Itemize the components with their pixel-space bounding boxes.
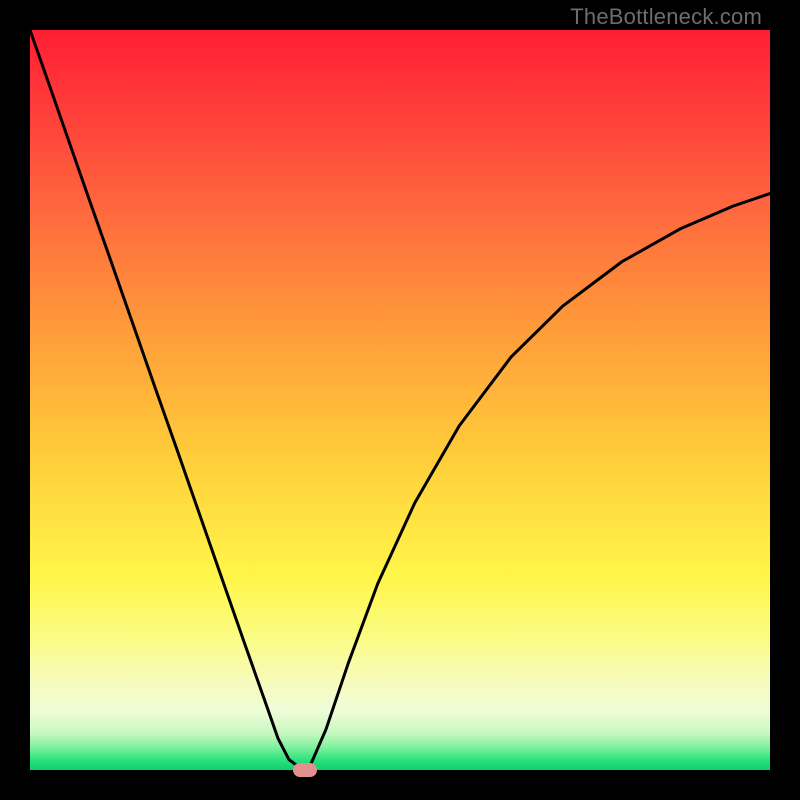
optimal-point-marker — [293, 763, 317, 777]
plot-area — [30, 30, 770, 770]
watermark-text: TheBottleneck.com — [570, 4, 762, 30]
bottleneck-curve — [30, 30, 770, 770]
chart-frame: TheBottleneck.com — [0, 0, 800, 800]
